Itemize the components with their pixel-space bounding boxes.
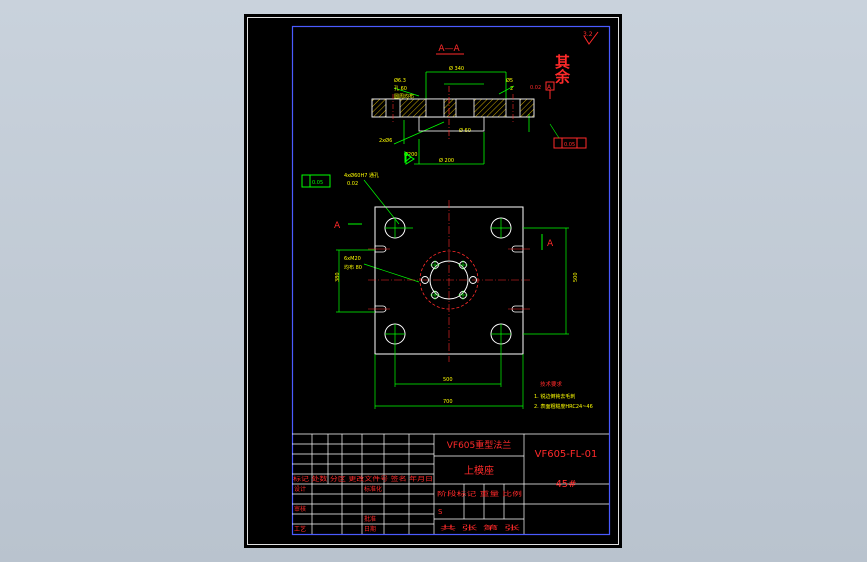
dim-d3: Ø 60 [459,127,471,134]
dim-right-a: Ø5 [506,77,513,84]
drawing-sheet: A—A 其余 3.2 Ø 340 Ø 60 Ø 200 Ø6.3 孔 60 圆周… [244,14,622,548]
dim-d2: Ø 200 [439,157,454,164]
drawing-number: VF605-FL-01 [535,449,598,460]
tech-req-item-1: 1. 锐边倒钝去毛刺 [534,393,575,400]
guide-hole-centers [385,218,511,344]
svg-text:0.02: 0.02 [530,85,541,91]
stage-mark: S [438,508,443,516]
svg-text:A: A [547,239,554,249]
svg-text:0.05: 0.05 [564,142,575,148]
plan-note-mid-a: 6xM20 [344,256,361,262]
dim-left-b: 孔 60 [394,85,407,92]
part-name: 上模座 [464,464,494,477]
dim-bottom-a: 2xØ6 [379,137,392,144]
leader-mid [363,263,420,283]
plan-note-mid-b: 均布 80 [344,264,362,271]
review-label: 审核 [294,505,306,513]
cad-drawing: A—A 其余 3.2 Ø 340 Ø 60 Ø 200 Ø6.3 孔 60 圆周… [247,17,619,545]
dim-left-a: Ø6.3 [394,77,406,84]
sheet-info: 共 张 第 张 [440,524,520,532]
tech-req-item-2: 2. 表面粗糙度HRC24~46 [534,403,593,410]
section-marker-left: A [334,221,362,231]
material: 45# [555,479,576,490]
leader-top [363,179,400,225]
standardize-label: 标准化 [364,485,382,493]
svg-text:A: A [334,221,341,231]
svg-text:3.2: 3.2 [583,31,593,38]
dim-right-height: 500 [573,272,579,282]
flatness-value: 0.05 [312,180,323,186]
section-marker-right: A [541,234,554,250]
datum-symbol: A 0.02 [530,81,555,99]
dim-outer-width: 700 [443,399,453,405]
dim-inner-width: 500 [443,377,453,383]
other-surfaces-note: 其余 [553,53,571,85]
tech-req-title: 技术要求 [540,380,563,388]
plan-note-top-a: 4xØ60H7 通孔 [344,172,379,179]
check-label: 批准 [364,515,376,523]
dim-d1: Ø 340 [449,65,464,72]
section-dimensions [393,71,530,165]
guide-holes [384,217,512,345]
approve-label: 日期 [364,525,376,533]
section-title: A—A [438,44,460,54]
process-label: 工艺 [294,525,306,533]
roughness-symbol: 3.2 [583,31,599,45]
dim-right-b: 2 [510,86,513,92]
stage-header: 阶段标记 重量 比例 [437,490,522,498]
position-tolerance-frame: 0.05 [549,123,587,149]
dim-left-height: 380 [335,272,341,282]
sheet-outer-frame [247,17,619,545]
designer-label: 设计 [294,485,306,493]
product-name: VF605重型法兰 [447,439,512,451]
revision-header: 标记 处数 分区 更改文件号 签名 年月日 [293,475,433,483]
plan-note-top-b: 0.02 [347,181,358,187]
